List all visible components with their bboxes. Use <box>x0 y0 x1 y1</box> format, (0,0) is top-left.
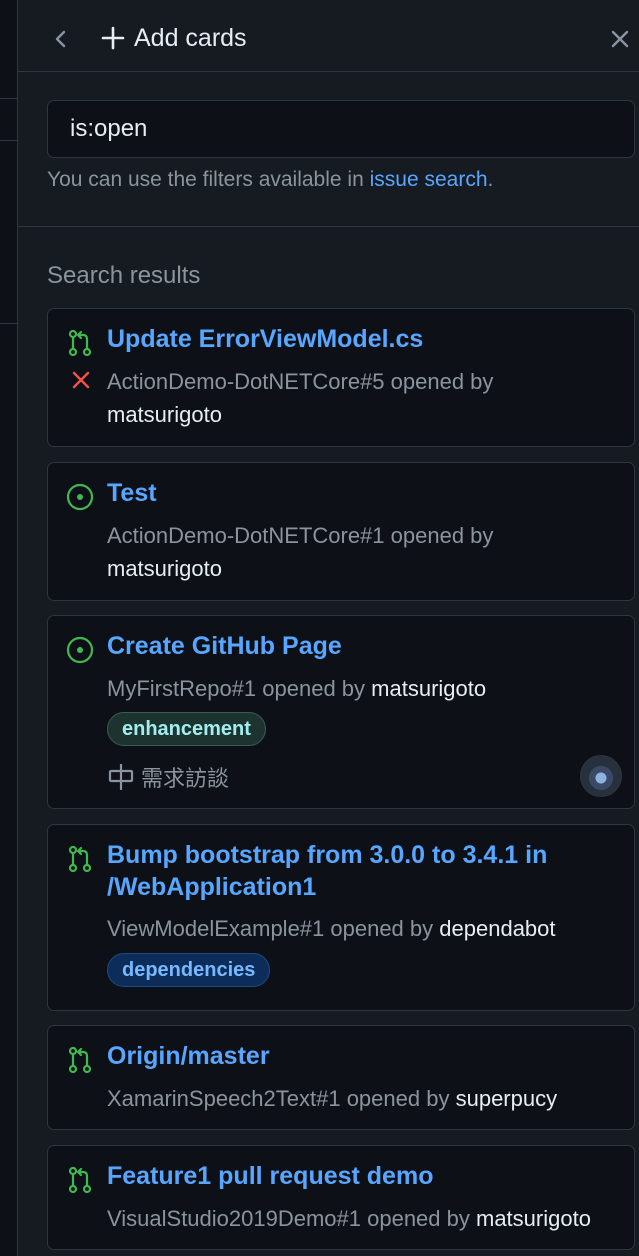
card-user: dependabot <box>439 916 556 941</box>
issue-search-link[interactable]: issue search <box>370 168 488 191</box>
issue-opened-icon <box>66 483 94 511</box>
card-ref: ActionDemo-DotNETCore#5 opened by <box>107 369 494 394</box>
pull-request-icon <box>68 845 92 873</box>
result-card[interactable]: Origin/master XamarinSpeech2Text#1 opene… <box>47 1025 635 1130</box>
card-meta: ActionDemo-DotNETCore#1 opened by matsuri… <box>107 519 627 585</box>
x-icon <box>72 371 90 389</box>
card-ref: VisualStudio2019Demo#1 opened by <box>107 1206 470 1231</box>
label-enhancement[interactable]: enhancement <box>107 712 266 746</box>
plus-icon <box>101 26 125 50</box>
result-card[interactable]: Create GitHub Page MyFirstRepo#1 opened … <box>47 615 635 809</box>
assignee-avatar[interactable] <box>580 755 622 797</box>
pull-request-icon <box>68 1046 92 1074</box>
card-meta: XamarinSpeech2Text#1 opened by superpucy <box>107 1082 627 1115</box>
hint-prefix: You can use the filters available in <box>47 168 370 191</box>
card-user: matsurigoto <box>107 402 222 427</box>
result-card[interactable]: Update ErrorViewModel.cs ActionDemo-DotN… <box>47 308 635 447</box>
filter-section: You can use the filters available in iss… <box>18 72 639 227</box>
search-results-heading: Search results <box>47 262 201 289</box>
card-title[interactable]: Create GitHub Page <box>107 630 607 662</box>
card-ref: MyFirstRepo#1 opened by <box>107 676 366 701</box>
card-ref: ActionDemo-DotNETCore#1 opened by <box>107 523 494 548</box>
back-button[interactable] <box>48 22 74 56</box>
milestone-label: 需求訪談 <box>141 766 230 791</box>
card-title[interactable]: Feature1 pull request demo <box>107 1160 607 1192</box>
pull-request-icon <box>68 329 92 357</box>
card-meta: VisualStudio2019Demo#1 opened by matsuri… <box>107 1202 627 1235</box>
pull-request-icon <box>68 1166 92 1194</box>
label-dependencies[interactable]: dependencies <box>107 953 271 987</box>
chevron-left-icon <box>55 30 66 48</box>
hint-suffix: . <box>487 168 494 191</box>
filter-hint: You can use the filters available in iss… <box>47 168 493 192</box>
card-user: matsurigoto <box>371 676 487 701</box>
card-ref: ViewModelExample#1 opened by <box>107 916 434 941</box>
card-user: matsurigoto <box>107 556 222 581</box>
close-icon <box>611 30 629 48</box>
card-meta: ActionDemo-DotNETCore#5 opened by matsuri… <box>107 365 627 431</box>
card-title[interactable]: Bump bootstrap from 3.0.0 to 3.4.1 in /W… <box>107 839 607 903</box>
result-card[interactable]: Feature1 pull request demo VisualStudio2… <box>47 1145 635 1250</box>
add-cards-panel: Add cards You can use the filters availa… <box>17 0 639 1256</box>
close-button[interactable] <box>606 24 634 54</box>
panel-header: Add cards <box>18 0 639 72</box>
milestone[interactable]: 需求訪談 <box>107 761 229 793</box>
issue-opened-icon <box>66 636 94 664</box>
card-meta: MyFirstRepo#1 opened by matsurigoto <box>107 672 627 705</box>
result-card[interactable]: Bump bootstrap from 3.0.0 to 3.4.1 in /W… <box>47 824 635 1011</box>
background-board <box>0 0 17 1256</box>
search-input[interactable] <box>47 100 635 158</box>
card-meta: ViewModelExample#1 opened by dependabot <box>107 912 627 945</box>
milestone-icon <box>108 764 134 790</box>
card-title[interactable]: Origin/master <box>107 1040 607 1072</box>
card-user: superpucy <box>455 1086 558 1111</box>
result-card[interactable]: Test ActionDemo-DotNETCore#1 opened by ma… <box>47 462 635 601</box>
card-ref: XamarinSpeech2Text#1 opened by <box>107 1086 450 1111</box>
card-title[interactable]: Update ErrorViewModel.cs <box>107 323 607 355</box>
header-title-text: Add cards <box>134 23 247 52</box>
add-cards-title[interactable]: Add cards <box>100 20 247 56</box>
card-user: matsurigoto <box>476 1206 591 1231</box>
card-title[interactable]: Test <box>107 477 607 509</box>
